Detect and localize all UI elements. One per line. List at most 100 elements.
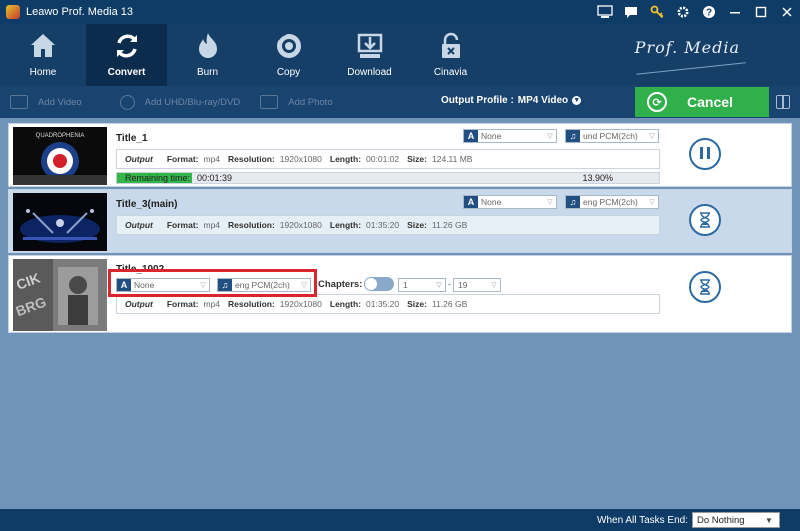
tab-convert[interactable]: Convert bbox=[86, 24, 167, 86]
length-value: 01:35:20 bbox=[366, 299, 400, 309]
tab-convert-label: Convert bbox=[107, 67, 146, 78]
tab-cinavia[interactable]: Cinavia bbox=[410, 24, 491, 86]
add-photo-button[interactable]: Add Photo bbox=[260, 95, 333, 109]
hourglass-icon bbox=[700, 212, 710, 228]
format-value: mp4 bbox=[203, 299, 221, 309]
output-label: Output bbox=[125, 154, 153, 164]
window-title: Leawo Prof. Media 13 bbox=[26, 6, 134, 18]
audio-value: eng PCM(2ch) bbox=[583, 197, 638, 207]
chapter-range-separator: - bbox=[448, 279, 451, 289]
music-note-icon: ♫ bbox=[566, 196, 580, 208]
resolution-label: Resolution: bbox=[228, 220, 275, 230]
length-label: Length: bbox=[329, 299, 362, 309]
size-label: Size: bbox=[407, 220, 427, 230]
media-player-icon[interactable] bbox=[592, 0, 618, 24]
resolution-value: 1920x1080 bbox=[279, 220, 322, 230]
output-profile-selector[interactable]: Output Profile : MP4 Video ▼ bbox=[441, 95, 582, 106]
tab-burn[interactable]: Burn bbox=[167, 24, 248, 86]
audio-value: und PCM(2ch) bbox=[583, 131, 638, 141]
remaining-time-value: 00:01:39 bbox=[197, 173, 233, 183]
format-label: Format: bbox=[166, 220, 199, 230]
burn-icon bbox=[198, 33, 217, 58]
photo-icon bbox=[260, 95, 279, 109]
format-label: Format: bbox=[166, 299, 199, 309]
minimize-icon[interactable] bbox=[722, 0, 748, 24]
length-value: 00:01:02 bbox=[366, 154, 400, 164]
length-value: 01:35:20 bbox=[366, 220, 400, 230]
task-item-title-3-main[interactable]: Title_3(main) A None ▽ ♫ eng PCM(2ch) ▽ … bbox=[8, 189, 792, 253]
subtitle-icon: A bbox=[464, 130, 478, 142]
thumbnail-text: QUADROPHENIA bbox=[36, 133, 85, 139]
chapter-start-select[interactable]: 1 ▽ bbox=[398, 278, 446, 292]
output-profile-value: MP4 Video bbox=[517, 95, 569, 106]
chapter-start-value: 1 bbox=[403, 280, 408, 290]
tab-download[interactable]: Download bbox=[329, 24, 410, 86]
chevron-down-icon: ▽ bbox=[649, 199, 655, 206]
audio-select[interactable]: ♫ und PCM(2ch) ▽ bbox=[565, 129, 659, 143]
close-icon[interactable] bbox=[774, 0, 800, 24]
when-tasks-end-label: When All Tasks End: bbox=[597, 514, 688, 526]
output-info: Output Format: mp4 Resolution: 1920x1080 L… bbox=[116, 215, 660, 235]
length-label: Length: bbox=[329, 220, 362, 230]
progress-bar: Remaining time: 00:01:39 13.90% bbox=[116, 172, 660, 184]
tab-download-label: Download bbox=[347, 67, 392, 78]
title-bar: Leawo Prof. Media 13 ? bbox=[0, 0, 800, 24]
tab-home-label: Home bbox=[29, 67, 57, 78]
progress-percent: 13.90% bbox=[582, 173, 613, 183]
disc-icon bbox=[119, 94, 135, 110]
tab-home[interactable]: Home bbox=[0, 24, 86, 86]
chevron-down-icon: ▽ bbox=[547, 133, 553, 140]
chat-icon[interactable] bbox=[618, 0, 644, 24]
cancel-button[interactable]: ⟳ Cancel bbox=[635, 87, 769, 117]
format-label: Format: bbox=[166, 154, 199, 164]
brand-logo: Prof. Media bbox=[634, 38, 740, 57]
chapter-end-select[interactable]: 19 ▽ bbox=[453, 278, 501, 292]
pause-button[interactable] bbox=[689, 138, 721, 170]
add-video-label: Add Video bbox=[38, 96, 82, 108]
when-tasks-end-select[interactable]: Do Nothing ▼ bbox=[692, 512, 780, 528]
add-disc-button[interactable]: Add UHD/Blu-ray/DVD bbox=[119, 94, 240, 110]
panel-layout-icon[interactable] bbox=[776, 95, 790, 109]
audio-select[interactable]: ♫ eng PCM(2ch) ▽ bbox=[565, 195, 659, 209]
chapters-label: Chapters: bbox=[318, 279, 363, 290]
pause-icon bbox=[698, 146, 712, 162]
chevron-down-icon: ▽ bbox=[436, 282, 442, 289]
waiting-button[interactable] bbox=[689, 204, 721, 236]
help-icon[interactable]: ? bbox=[696, 0, 722, 24]
add-video-button[interactable]: Add Video bbox=[10, 95, 82, 109]
waiting-button[interactable] bbox=[689, 271, 721, 303]
copy-icon bbox=[276, 33, 301, 58]
subtitle-select[interactable]: A None ▽ bbox=[463, 195, 557, 209]
size-label: Size: bbox=[407, 299, 427, 309]
size-label: Size: bbox=[407, 154, 427, 164]
task-title: Title_1 bbox=[116, 133, 148, 144]
settings-gear-icon[interactable] bbox=[670, 0, 696, 24]
chapter-end-value: 19 bbox=[458, 280, 468, 290]
add-photo-label: Add Photo bbox=[288, 96, 333, 108]
resolution-value: 1920x1080 bbox=[279, 154, 322, 164]
key-icon[interactable] bbox=[644, 0, 670, 24]
film-icon bbox=[10, 95, 28, 109]
tab-copy[interactable]: Copy bbox=[248, 24, 329, 86]
maximize-icon[interactable] bbox=[748, 0, 774, 24]
chevron-down-icon: ▼ bbox=[765, 515, 773, 525]
subtitle-icon: A bbox=[464, 196, 478, 208]
chapters-toggle[interactable] bbox=[364, 277, 394, 291]
size-value: 11.26 GB bbox=[431, 220, 468, 230]
chevron-down-icon: ▽ bbox=[547, 199, 553, 206]
status-bar: When All Tasks End: Do Nothing ▼ bbox=[0, 509, 800, 531]
task-item-title-1[interactable]: QUADROPHENIA Title_1 A None ▽ ♫ und PCM(… bbox=[8, 123, 792, 187]
format-value: mp4 bbox=[203, 154, 221, 164]
thumbnail-title-1: QUADROPHENIA bbox=[13, 127, 107, 185]
cinavia-icon bbox=[441, 32, 460, 58]
size-value: 124.11 MB bbox=[431, 154, 473, 164]
thumbnail-title-1002: CIK BRG bbox=[13, 259, 107, 331]
tab-cinavia-label: Cinavia bbox=[433, 67, 468, 78]
brand-swoosh bbox=[636, 62, 746, 75]
tab-copy-label: Copy bbox=[276, 67, 301, 78]
subtitle-select[interactable]: A None ▽ bbox=[463, 129, 557, 143]
convert-icon bbox=[116, 34, 137, 58]
remaining-time-label: Remaining time: bbox=[125, 173, 191, 183]
refresh-icon: ⟳ bbox=[647, 92, 667, 112]
hourglass-icon bbox=[700, 279, 710, 295]
